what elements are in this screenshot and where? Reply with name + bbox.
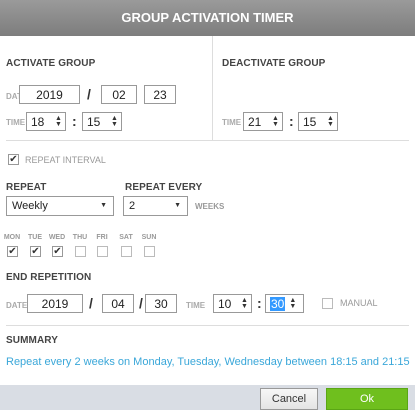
date-separator: / <box>87 86 91 102</box>
activate-hour-value: 18 <box>31 114 45 129</box>
ok-button[interactable]: Ok <box>326 388 408 410</box>
day-label-tue: TUE <box>28 234 42 241</box>
activate-minute-value: 15 <box>87 114 101 129</box>
section-divider <box>6 325 409 326</box>
end-repetition-heading: END REPETITION <box>6 272 92 283</box>
time-separator: : <box>289 113 294 129</box>
date-separator: / <box>89 295 93 311</box>
deactivate-hour-spinner[interactable]: 21 ▲ ▼ <box>243 112 283 131</box>
repeat-label: REPEAT <box>6 182 47 193</box>
check-icon: ✔ <box>53 246 62 257</box>
summary-text: Repeat every 2 weeks on Monday, Tuesday,… <box>6 356 410 368</box>
cancel-button[interactable]: Cancel <box>260 388 318 410</box>
day-label-wed: WED <box>48 234 66 241</box>
day-checkbox-thu[interactable] <box>75 246 86 257</box>
section-divider <box>6 140 409 141</box>
end-year-field[interactable]: 2019 <box>27 294 83 313</box>
end-minute-spinner[interactable]: 30 ▲ ▼ <box>265 294 304 313</box>
activate-day-field[interactable]: 23 <box>144 85 176 104</box>
day-label-sat: SAT <box>119 234 133 241</box>
repeat-every-label: REPEAT EVERY <box>125 182 203 193</box>
deactivate-hour-value: 21 <box>248 114 262 129</box>
spinner-arrows-icon[interactable]: ▲ ▼ <box>54 115 63 128</box>
time-separator: : <box>257 295 262 311</box>
time-separator: : <box>72 113 77 129</box>
day-checkbox-fri[interactable] <box>97 246 108 257</box>
day-label-thu: THU <box>72 234 88 241</box>
activate-hour-spinner[interactable]: 18 ▲ ▼ <box>26 112 66 131</box>
date-separator: / <box>139 295 143 311</box>
day-checkbox-sat[interactable] <box>121 246 132 257</box>
repeat-every-select[interactable]: 2 ▼ <box>123 196 188 216</box>
end-date-label: DATE <box>6 301 28 310</box>
check-icon: ✔ <box>9 154 18 165</box>
end-hour-spinner[interactable]: 10 ▲ ▼ <box>213 294 252 313</box>
day-checkbox-tue[interactable]: ✔ <box>30 246 41 257</box>
day-checkbox-sun[interactable] <box>144 246 155 257</box>
day-label-sun: SUN <box>141 234 157 241</box>
repeat-interval-checkbox[interactable]: ✔ <box>8 154 19 165</box>
end-hour-value: 10 <box>218 296 232 311</box>
activate-time-label: TIME <box>6 118 26 127</box>
check-icon: ✔ <box>8 246 17 257</box>
activate-minute-spinner[interactable]: 15 ▲ ▼ <box>82 112 122 131</box>
activate-month-field[interactable]: 02 <box>101 85 137 104</box>
day-checkbox-mon[interactable]: ✔ <box>7 246 18 257</box>
activate-year-field[interactable]: 2019 <box>19 85 80 104</box>
end-time-label: TIME <box>186 301 206 310</box>
end-day-field[interactable]: 30 <box>145 294 177 313</box>
spinner-arrows-icon[interactable]: ▲ ▼ <box>288 297 297 310</box>
day-checkbox-wed[interactable]: ✔ <box>52 246 63 257</box>
dialog-title: GROUP ACTIVATION TIMER <box>0 0 415 36</box>
spinner-arrows-icon[interactable]: ▲ ▼ <box>326 115 335 128</box>
day-label-mon: MON <box>3 234 21 241</box>
activate-group-heading: ACTIVATE GROUP <box>6 58 96 69</box>
column-divider <box>212 36 213 140</box>
summary-heading: SUMMARY <box>6 335 58 346</box>
day-label-fri: FRI <box>96 234 108 241</box>
manual-label: MANUAL <box>340 298 378 308</box>
deactivate-time-label: TIME <box>222 118 242 127</box>
deactivate-group-heading: DEACTIVATE GROUP <box>222 58 326 69</box>
caret-down-icon: ▼ <box>100 202 107 209</box>
end-month-field[interactable]: 04 <box>102 294 134 313</box>
spinner-arrows-icon[interactable]: ▲ ▼ <box>271 115 280 128</box>
weeks-unit-label: WEEKS <box>195 202 225 211</box>
caret-down-icon: ▼ <box>174 202 181 209</box>
repeat-select[interactable]: Weekly ▼ <box>6 196 114 216</box>
deactivate-minute-value: 15 <box>303 114 317 129</box>
deactivate-minute-spinner[interactable]: 15 ▲ ▼ <box>298 112 338 131</box>
spinner-arrows-icon[interactable]: ▲ ▼ <box>240 297 249 310</box>
repeat-select-value: Weekly <box>12 200 48 212</box>
repeat-every-value: 2 <box>129 200 136 212</box>
end-minute-value: 30 <box>270 296 286 311</box>
repeat-interval-label: REPEAT INTERVAL <box>25 155 106 165</box>
manual-checkbox[interactable] <box>322 298 333 309</box>
spinner-arrows-icon[interactable]: ▲ ▼ <box>110 115 119 128</box>
check-icon: ✔ <box>31 246 40 257</box>
